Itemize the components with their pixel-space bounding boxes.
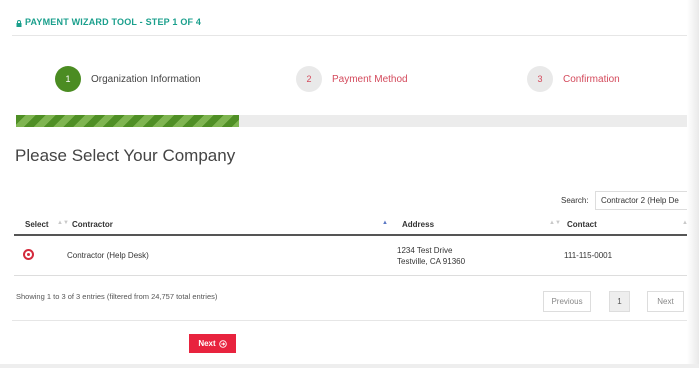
column-header-address[interactable]: Address xyxy=(402,220,434,229)
address-cell: 1234 Test Drive Testville, CA 91360 xyxy=(397,245,465,267)
arrow-circle-right-icon xyxy=(218,339,227,348)
title-divider xyxy=(12,35,692,36)
column-header-select[interactable]: Select xyxy=(25,220,49,229)
step-payment-method: 2 Payment Method xyxy=(296,66,408,92)
lock-icon xyxy=(16,19,22,27)
company-table: Select ▲▼ Contractor ▲ Address ▲▼ Contac… xyxy=(14,214,694,276)
sort-icon[interactable]: ▲▼ xyxy=(549,220,561,226)
next-page-button[interactable]: Next xyxy=(647,291,684,312)
wizard-title: PAYMENT WIZARD TOOL - STEP 1 OF 4 xyxy=(16,17,201,27)
search-label: Search: xyxy=(561,196,589,205)
step-label: Confirmation xyxy=(563,73,620,85)
address-line-1: 1234 Test Drive xyxy=(397,246,453,255)
wizard-title-text: PAYMENT WIZARD TOOL - STEP 1 OF 4 xyxy=(25,17,202,27)
contractor-cell: Contractor (Help Desk) xyxy=(67,251,149,260)
step-label: Payment Method xyxy=(332,73,408,85)
radio-selected-dot xyxy=(27,253,30,256)
contact-cell: 111-115-0001 xyxy=(564,251,613,260)
address-line-2: Testville, CA 91360 xyxy=(397,257,466,266)
progress-fill xyxy=(16,115,239,127)
next-button-label: Next xyxy=(198,339,216,348)
column-header-contact[interactable]: Contact xyxy=(567,220,597,229)
sort-icon[interactable]: ▲▼ xyxy=(57,220,69,226)
step-organization-information: 1 Organization Information xyxy=(55,66,201,92)
previous-page-button[interactable]: Previous xyxy=(543,291,591,312)
step-number-badge: 3 xyxy=(527,66,553,92)
step-confirmation: 3 Confirmation xyxy=(527,66,620,92)
next-button[interactable]: Next xyxy=(189,334,236,353)
search-input[interactable] xyxy=(595,191,690,210)
footer-divider xyxy=(12,320,692,321)
column-header-contractor[interactable]: Contractor xyxy=(72,220,113,229)
step-number-badge: 2 xyxy=(296,66,322,92)
wizard-progress-bar xyxy=(16,115,691,127)
table-info-text: Showing 1 to 3 of 3 entries (filtered fr… xyxy=(16,292,218,301)
step-number-badge: 1 xyxy=(55,66,81,92)
table-row[interactable]: Contractor (Help Desk) 1234 Test Drive T… xyxy=(14,236,691,276)
select-radio-button[interactable] xyxy=(23,249,34,260)
step-label: Organization Information xyxy=(91,73,201,85)
page-title: Please Select Your Company xyxy=(15,146,236,165)
table-header: Select ▲▼ Contractor ▲ Address ▲▼ Contac… xyxy=(14,214,694,236)
page-number-button[interactable]: 1 xyxy=(609,291,630,312)
payment-wizard-page: PAYMENT WIZARD TOOL - STEP 1 OF 4 1 Orga… xyxy=(0,0,699,368)
page-bottom-edge xyxy=(0,364,699,368)
sort-ascending-icon[interactable]: ▲ xyxy=(382,220,388,226)
page-edge-shadow xyxy=(687,0,699,368)
